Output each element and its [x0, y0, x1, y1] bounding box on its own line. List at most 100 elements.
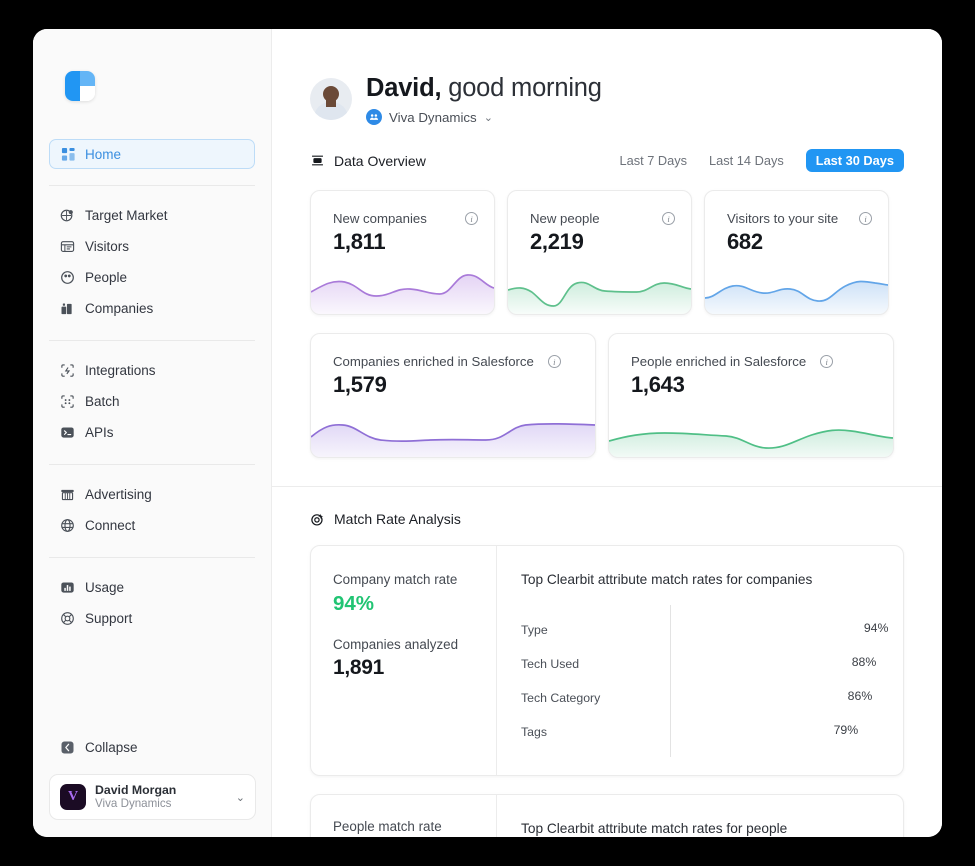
sidebar-item-label: Usage: [85, 580, 125, 595]
sidebar-item-label: Advertising: [85, 487, 152, 502]
bar-category-label: Type: [521, 623, 548, 637]
sidebar-item-label: Connect: [85, 518, 136, 533]
bar-chart: Type 94% Tech Used 88% Tech Category 86%…: [521, 605, 889, 757]
sidebar-item-home[interactable]: Home: [49, 139, 255, 169]
account-name: David Morgan: [95, 782, 177, 797]
sidebar-divider-4: [49, 557, 255, 558]
metric-value: 2,219: [530, 229, 584, 254]
bar-value-label: 79%: [833, 722, 859, 737]
bar-track: 79%: [670, 723, 883, 737]
card-head: New companies i: [311, 191, 494, 226]
collapse-sidebar-button[interactable]: Collapse: [60, 740, 138, 755]
metric-label: Visitors to your site: [727, 211, 839, 226]
sidebar-item-connect[interactable]: Connect: [49, 510, 255, 541]
sidebar-divider-3: [49, 464, 255, 465]
collapse-label: Collapse: [85, 740, 138, 755]
match-rate-header: Match Rate Analysis: [310, 511, 942, 527]
bar-category-label: Tech Category: [521, 691, 601, 705]
sparkline-chart: [311, 262, 494, 314]
main-content: David, good morning Viva Dynamics ⌄ Data…: [272, 29, 942, 837]
sidebar-item-visitors[interactable]: Visitors: [49, 231, 255, 262]
account-text: David Morgan Viva Dynamics: [95, 783, 227, 812]
sidebar-divider-2: [49, 340, 255, 341]
sidebar-item-label: Target Market: [85, 208, 168, 223]
greeting-header: David, good morning Viva Dynamics ⌄: [272, 29, 942, 125]
org-name: Viva Dynamics: [389, 109, 477, 125]
metric-card-people-enriched[interactable]: People enriched in Salesforce i 1,643: [608, 333, 894, 458]
clearbit-logo[interactable]: [65, 71, 95, 101]
sidebar-item-people[interactable]: People: [49, 262, 255, 293]
info-icon[interactable]: i: [465, 212, 478, 225]
metric-card-new-people[interactable]: New people i 2,219: [507, 190, 692, 315]
sidebar-item-integrations[interactable]: Integrations: [49, 355, 255, 386]
chevron-down-icon[interactable]: ⌄: [484, 111, 493, 124]
avatar-head: [323, 86, 339, 102]
bar-track: 88%: [670, 655, 883, 669]
info-icon[interactable]: i: [859, 212, 872, 225]
greeting-rest: good morning: [441, 74, 602, 102]
sparkline-chart: [311, 405, 595, 457]
range-last-14-days[interactable]: Last 14 Days: [709, 153, 784, 168]
bar-value-label: 86%: [847, 688, 873, 703]
company-match-rate-summary: Company match rate 94% Companies analyze…: [311, 546, 497, 775]
logo-part-left: [65, 71, 80, 101]
metric-label: New companies: [333, 211, 427, 226]
bar-value-label: 94%: [863, 620, 889, 635]
sidebar-item-companies[interactable]: Companies: [49, 293, 255, 324]
info-icon[interactable]: i: [820, 355, 834, 368]
sidebar-item-usage[interactable]: Usage: [49, 572, 255, 603]
companies-analyzed-label: Companies analyzed: [333, 637, 459, 652]
info-icon[interactable]: i: [662, 212, 675, 225]
bar-value-label: 88%: [851, 654, 877, 669]
chart-title: Top Clearbit attribute match rates for p…: [521, 821, 788, 836]
sidebar-item-label-home: Home: [85, 146, 122, 162]
info-icon[interactable]: i: [547, 355, 561, 368]
sidebar-item-batch[interactable]: Batch: [49, 386, 255, 417]
sparkline-chart: [508, 262, 691, 314]
metric-card-visitors[interactable]: Visitors to your site i 682: [704, 190, 889, 315]
chevron-left-box-icon: [60, 740, 75, 755]
section-divider: [272, 486, 942, 487]
account-org: Viva Dynamics: [95, 797, 172, 811]
metric-value: 1,811: [333, 229, 386, 254]
metric-label: People enriched in Salesforce: [631, 354, 807, 369]
visitors-icon: [60, 239, 75, 254]
metric-card-companies-enriched[interactable]: Companies enriched in Salesforce i 1,579: [310, 333, 596, 458]
companies-icon: [60, 301, 75, 316]
chevron-down-icon[interactable]: ⌄: [236, 791, 245, 804]
grid-icon: [61, 147, 76, 162]
layers-icon: [310, 153, 325, 168]
org-selector[interactable]: Viva Dynamics ⌄: [366, 109, 602, 125]
company-attribute-chart: Top Clearbit attribute match rates for c…: [497, 546, 903, 775]
bar-category-label: Tags: [521, 725, 547, 739]
greeting-name: David,: [366, 74, 442, 102]
range-last-7-days[interactable]: Last 7 Days: [619, 153, 687, 168]
sidebar-item-support[interactable]: Support: [49, 603, 255, 634]
sidebar-item-advertising[interactable]: Advertising: [49, 479, 255, 510]
target-market-icon: [60, 208, 75, 223]
card-head: Visitors to your site i: [705, 191, 888, 226]
bar-track: 94%: [670, 621, 889, 635]
metric-value: 1,579: [333, 372, 387, 397]
sidebar-item-target-market[interactable]: Target Market: [49, 200, 255, 231]
sidebar-item-apis[interactable]: APIs: [49, 417, 255, 448]
sparkline-chart: [705, 262, 888, 314]
page-title: David, good morning: [366, 74, 602, 103]
company-match-rate-label: Company match rate: [333, 572, 458, 587]
bar-track: 86%: [670, 689, 883, 703]
sidebar-divider-1: [49, 185, 255, 186]
metric-cards-row-2: Companies enriched in Salesforce i 1,579…: [310, 333, 942, 458]
sidebar-item-label: Batch: [85, 394, 120, 409]
metric-value: 682: [727, 229, 763, 254]
account-switcher[interactable]: V David Morgan Viva Dynamics ⌄: [49, 774, 256, 820]
app-window: Home Target Market Visitors People Compa…: [33, 29, 942, 837]
batch-icon: [60, 394, 75, 409]
sidebar-item-label: Integrations: [85, 363, 156, 378]
people-icon: [60, 270, 75, 285]
range-last-30-days[interactable]: Last 30 Days: [805, 149, 904, 172]
sidebar-item-label: Support: [85, 611, 133, 626]
card-head: People enriched in Salesforce i: [609, 334, 893, 369]
metric-card-new-companies[interactable]: New companies i 1,811: [310, 190, 495, 315]
bar-category-label: Tech Used: [521, 657, 580, 671]
metric-label: New people: [530, 211, 600, 226]
